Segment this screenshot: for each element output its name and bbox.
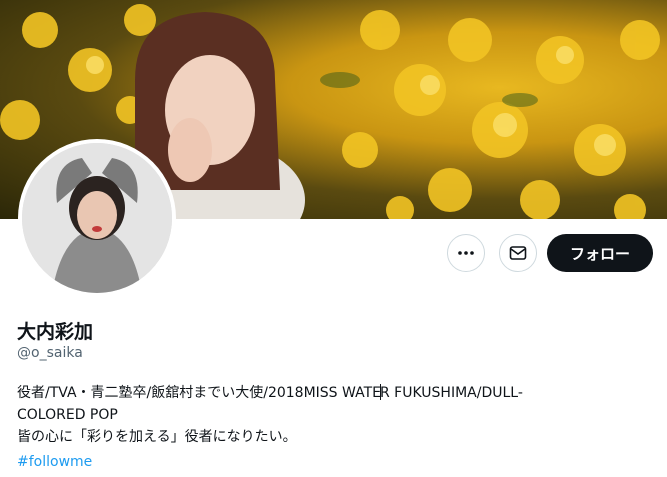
more-horizontal-icon xyxy=(458,251,474,255)
more-options-button[interactable] xyxy=(447,234,485,272)
bio-line-3: 皆の心に「彩りを加える」役者になりたい。 xyxy=(17,429,297,445)
envelope-icon xyxy=(509,246,527,260)
bio-line-2: COLORED POP xyxy=(17,407,118,423)
profile-avatar[interactable] xyxy=(18,139,176,297)
bio-line-1: 役者/TVA・青二塾卒/飯舘村までい大使/2018MISS WATER FUKU… xyxy=(17,384,523,401)
profile-display-name: 大内彩加 xyxy=(17,321,94,343)
follow-button[interactable]: フォロー xyxy=(547,234,653,272)
profile-handle: @o_saika xyxy=(17,345,83,361)
message-button[interactable] xyxy=(499,234,537,272)
avatar-photo xyxy=(22,143,172,293)
hashtag-link[interactable]: #followme xyxy=(17,454,92,470)
profile-bio: 役者/TVA・青二塾卒/飯舘村までい大使/2018MISS WATER FUKU… xyxy=(17,382,647,448)
